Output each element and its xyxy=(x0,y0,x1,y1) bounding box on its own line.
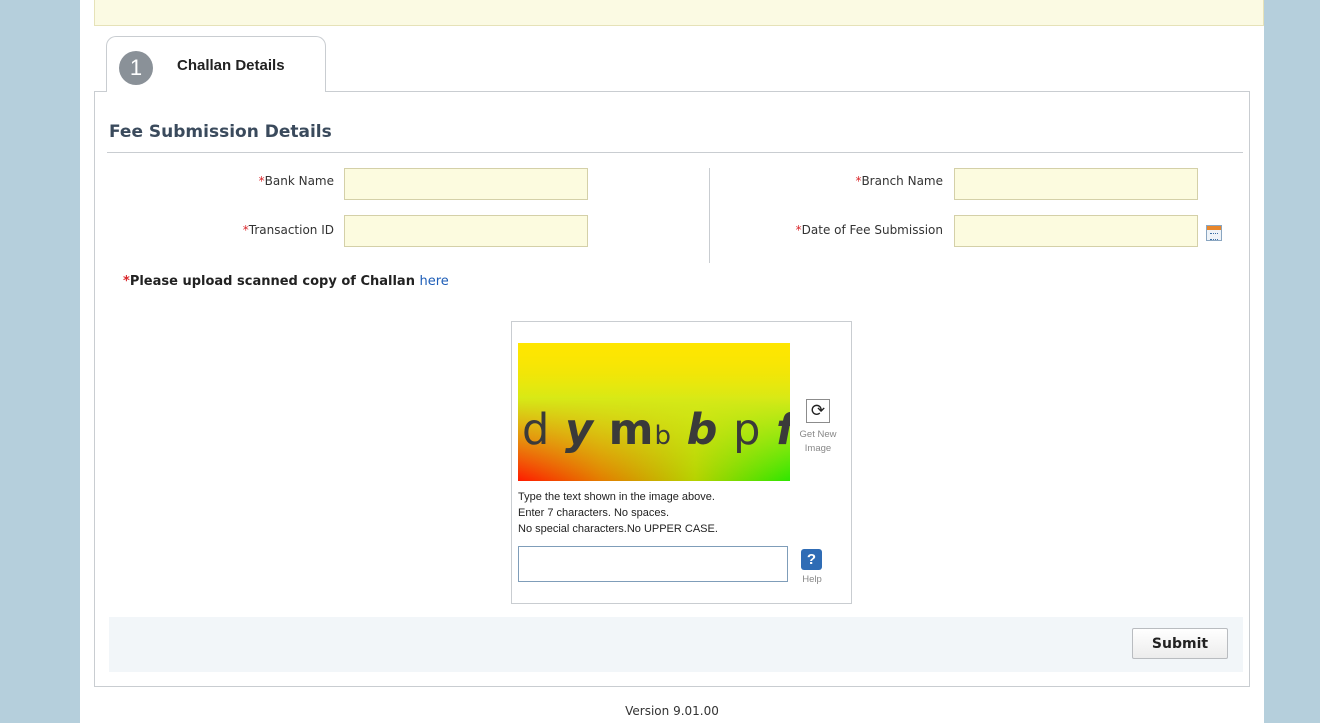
branch-name-label: *Branch Name xyxy=(855,174,943,188)
bank-name-input[interactable] xyxy=(344,168,588,200)
notice-bar xyxy=(94,0,1264,26)
date-of-fee-submission-label: *Date of Fee Submission xyxy=(796,223,943,237)
captcha-instructions: Type the text shown in the image above. … xyxy=(518,489,718,537)
captcha-box: d y mb b p f ⟳ Get New Image Type the te… xyxy=(511,321,852,604)
captcha-char: p xyxy=(733,405,762,455)
section-divider xyxy=(107,152,1243,153)
captcha-image: d y mb b p f xyxy=(518,343,790,481)
captcha-instruction-line: Type the text shown in the image above. xyxy=(518,491,715,503)
column-divider xyxy=(709,168,710,263)
transaction-id-label-text: Transaction ID xyxy=(248,223,334,237)
step-number-badge: 1 xyxy=(119,51,153,85)
help-label[interactable]: Help xyxy=(793,574,831,585)
tab-label: Challan Details xyxy=(177,57,285,74)
captcha-text: d y mb b p f xyxy=(522,405,790,455)
date-of-fee-submission-input[interactable] xyxy=(954,215,1198,247)
branch-name-input[interactable] xyxy=(954,168,1198,200)
calendar-icon[interactable] xyxy=(1206,225,1222,241)
action-bar: Submit xyxy=(109,617,1243,672)
bank-name-label-text: Bank Name xyxy=(264,174,334,188)
get-new-image-label[interactable]: Get New Image xyxy=(792,428,844,456)
submit-button[interactable]: Submit xyxy=(1132,628,1228,659)
required-asterisk: * xyxy=(123,274,130,289)
section-title: Fee Submission Details xyxy=(109,122,332,142)
captcha-char: f xyxy=(776,405,790,455)
branch-name-label-text: Branch Name xyxy=(861,174,943,188)
captcha-input[interactable] xyxy=(518,546,788,582)
captcha-instruction-line: Enter 7 characters. No spaces. xyxy=(518,507,670,519)
upload-prompt-text: Please upload scanned copy of Challan xyxy=(129,274,420,289)
captcha-char: d xyxy=(522,405,551,455)
captcha-char: y xyxy=(564,405,594,455)
captcha-char: m xyxy=(608,405,655,455)
main-page: 1 Challan Details Fee Submission Details… xyxy=(80,0,1264,723)
transaction-id-label: *Transaction ID xyxy=(243,223,334,237)
help-icon[interactable]: ? xyxy=(801,549,822,570)
upload-challan-link[interactable]: here xyxy=(419,274,448,289)
fee-submission-panel: Fee Submission Details *Bank Name *Trans… xyxy=(94,91,1250,687)
date-of-fee-submission-label-text: Date of Fee Submission xyxy=(801,223,943,237)
version-text: Version 9.01.00 xyxy=(625,704,719,718)
transaction-id-input[interactable] xyxy=(344,215,588,247)
refresh-icon[interactable]: ⟳ xyxy=(806,399,830,423)
bank-name-label: *Bank Name xyxy=(259,174,334,188)
tab-challan-details[interactable]: 1 Challan Details xyxy=(106,36,326,92)
captcha-instruction-line: No special characters.No UPPER CASE. xyxy=(518,523,718,535)
captcha-char: b xyxy=(654,421,672,451)
captcha-char: b xyxy=(686,405,719,455)
upload-challan-prompt: *Please upload scanned copy of Challan h… xyxy=(123,274,449,289)
